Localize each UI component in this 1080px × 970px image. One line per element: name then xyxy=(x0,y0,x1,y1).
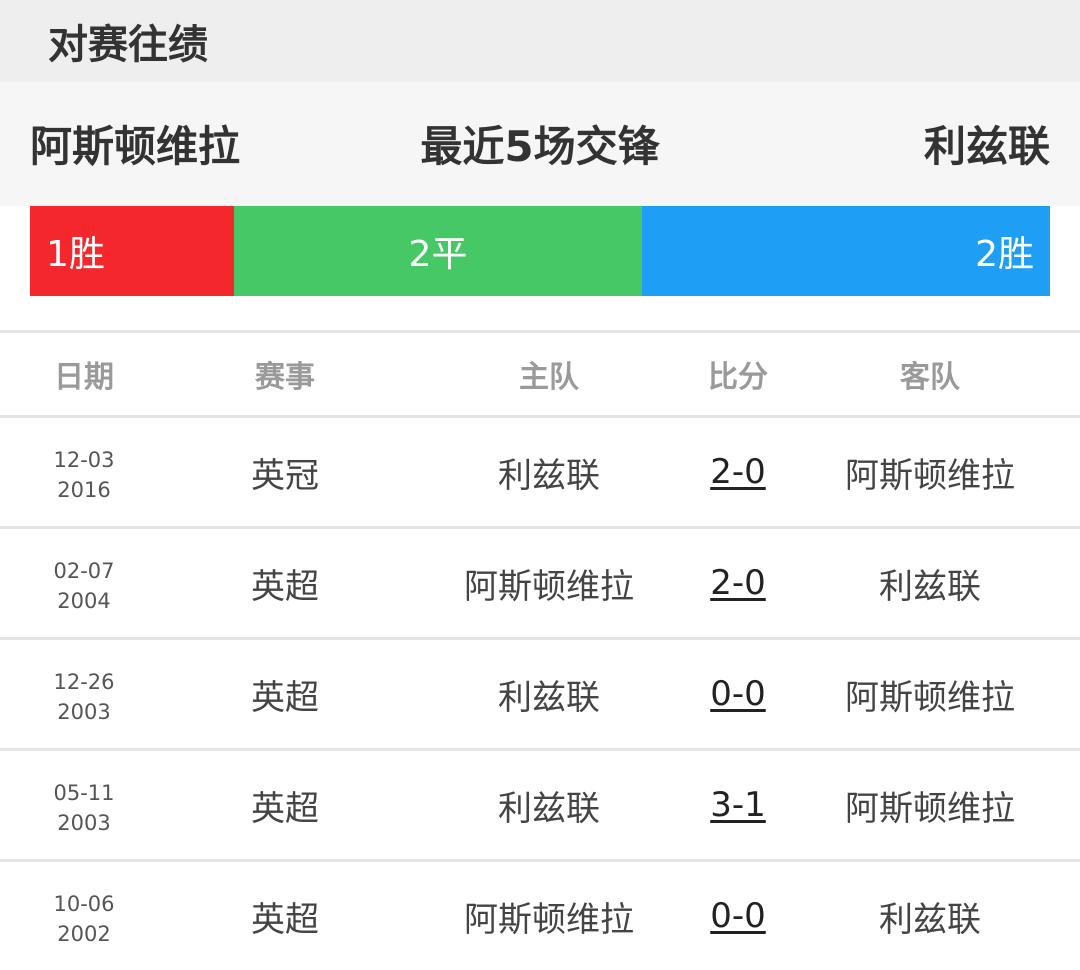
section-title: 对赛往绩 xyxy=(48,22,208,68)
away-team-name: 利兹联 xyxy=(923,122,1050,171)
match-away-team: 利兹联 xyxy=(879,566,981,607)
summary-draw-label: 2平 xyxy=(408,234,468,275)
match-date: 05-11 2003 xyxy=(0,772,168,838)
match-score-link[interactable]: 3-1 xyxy=(696,785,780,825)
match-score-link[interactable]: 2-0 xyxy=(696,452,780,492)
summary-win-label: 1胜 xyxy=(46,234,105,275)
match-away-team: 利兹联 xyxy=(879,899,981,940)
match-date-year: 2002 xyxy=(57,922,111,946)
match-home-team: 利兹联 xyxy=(498,455,600,496)
match-score[interactable]: 0-0 xyxy=(710,896,766,936)
match-date: 10-06 2002 xyxy=(0,883,168,949)
match-date: 12-03 2016 xyxy=(0,439,168,505)
match-competition: 英冠 xyxy=(251,455,319,496)
teams-row: 阿斯顿维拉 最近5场交锋 利兹联 xyxy=(0,82,1080,206)
match-away-team: 阿斯顿维拉 xyxy=(845,677,1015,718)
match-score[interactable]: 0-0 xyxy=(710,674,766,714)
match-date-year: 2004 xyxy=(57,589,111,613)
summary-win-segment: 1胜 xyxy=(30,206,234,296)
match-list: 12-03 2016 英冠 利兹联 2-0 阿斯顿维拉 02-07 2004 英… xyxy=(0,418,1080,970)
match-away-team: 阿斯顿维拉 xyxy=(845,788,1015,829)
match-score-link[interactable]: 0-0 xyxy=(696,896,780,936)
table-row[interactable]: 12-26 2003 英超 利兹联 0-0 阿斯顿维拉 xyxy=(0,640,1080,751)
match-date-year: 2003 xyxy=(57,811,111,835)
match-home-team: 利兹联 xyxy=(498,677,600,718)
recent-matches-label: 最近5场交锋 xyxy=(420,122,660,171)
match-home-team: 阿斯顿维拉 xyxy=(464,566,634,607)
match-score[interactable]: 3-1 xyxy=(710,785,766,825)
match-away-team: 阿斯顿维拉 xyxy=(845,455,1015,496)
summary-section: 1胜 2平 2胜 xyxy=(0,206,1080,330)
match-date: 02-07 2004 xyxy=(0,550,168,616)
header-competition: 赛事 xyxy=(255,360,315,395)
summary-loss-label: 2胜 xyxy=(975,234,1034,275)
header-score: 比分 xyxy=(708,360,768,395)
match-home-team: 利兹联 xyxy=(498,788,600,829)
match-score[interactable]: 2-0 xyxy=(710,452,766,492)
table-header: 日期 赛事 主队 比分 客队 xyxy=(0,333,1080,415)
summary-loss-segment: 2胜 xyxy=(642,206,1050,296)
match-date-year: 2003 xyxy=(57,700,111,724)
match-competition: 英超 xyxy=(251,566,319,607)
table-row[interactable]: 05-11 2003 英超 利兹联 3-1 阿斯顿维拉 xyxy=(0,751,1080,862)
match-competition: 英超 xyxy=(251,899,319,940)
match-date-year: 2016 xyxy=(57,478,111,502)
table-row[interactable]: 10-06 2002 英超 阿斯顿维拉 0-0 利兹联 xyxy=(0,862,1080,970)
match-date-md: 02-07 xyxy=(53,559,115,583)
match-date: 12-26 2003 xyxy=(0,661,168,727)
match-competition: 英超 xyxy=(251,788,319,829)
match-date-md: 12-26 xyxy=(53,670,115,694)
match-score-link[interactable]: 2-0 xyxy=(696,563,780,603)
header-home: 主队 xyxy=(519,360,579,395)
match-date-md: 10-06 xyxy=(53,892,115,916)
summary-draw-segment: 2平 xyxy=(234,206,642,296)
header-away: 客队 xyxy=(900,360,960,395)
table-row[interactable]: 12-03 2016 英冠 利兹联 2-0 阿斯顿维拉 xyxy=(0,418,1080,529)
match-score-link[interactable]: 0-0 xyxy=(696,674,780,714)
section-header: 对赛往绩 xyxy=(0,0,1080,82)
match-home-team: 阿斯顿维拉 xyxy=(464,899,634,940)
match-competition: 英超 xyxy=(251,677,319,718)
summary-bar: 1胜 2平 2胜 xyxy=(30,206,1050,296)
table-row[interactable]: 02-07 2004 英超 阿斯顿维拉 2-0 利兹联 xyxy=(0,529,1080,640)
match-score[interactable]: 2-0 xyxy=(710,563,766,603)
match-date-md: 05-11 xyxy=(53,781,115,805)
header-date: 日期 xyxy=(54,360,114,395)
match-date-md: 12-03 xyxy=(53,448,115,472)
